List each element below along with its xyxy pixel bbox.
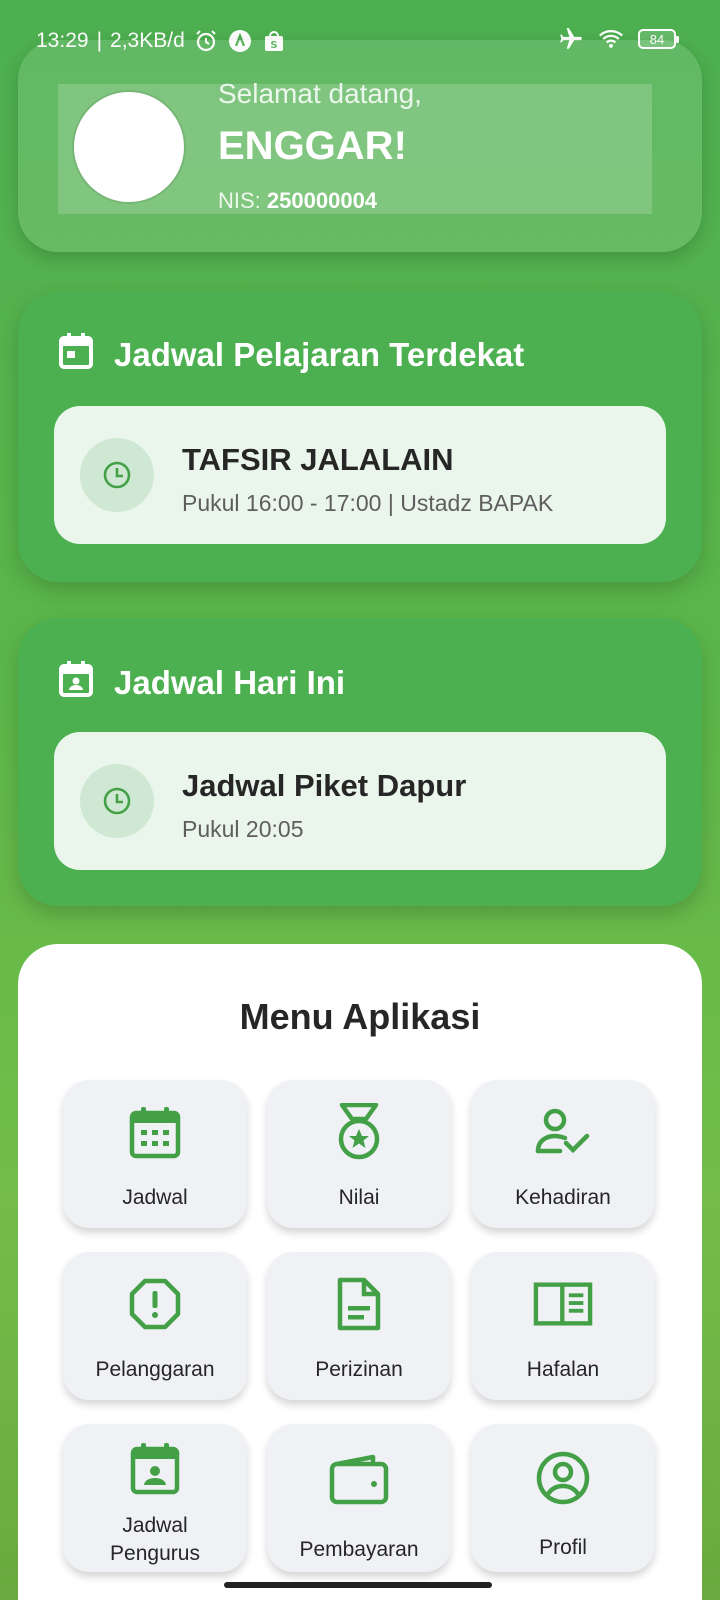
clock-icon (80, 438, 154, 512)
calendar-icon (125, 1102, 185, 1162)
menu-item-kehadiran[interactable]: Kehadiran (471, 1080, 655, 1228)
calendar-person-icon (58, 660, 94, 706)
user-name: ENGGAR! (218, 124, 407, 168)
menu-item-jadwal-pengurus[interactable]: Jadwal Pengurus (63, 1424, 247, 1572)
nis-value: 250000004 (266, 188, 378, 213)
welcome-card: Selamat datang, ENGGAR! NIS: 250000004 (18, 40, 702, 252)
menu-item-label: Nilai (338, 1186, 380, 1209)
menu-item-label: Hafalan (526, 1358, 600, 1381)
home-indicator[interactable] (224, 1582, 492, 1588)
book-icon (533, 1274, 593, 1334)
menu-item-perizinan[interactable]: Perizinan (267, 1252, 451, 1400)
greeting-text: Selamat datang, (218, 78, 422, 109)
menu-item-pembayaran[interactable]: Pembayaran (267, 1424, 451, 1572)
schedule-item-title: TAFSIR JALALAIN (182, 442, 454, 477)
today-schedule-title: Jadwal Hari Ini (114, 664, 346, 701)
nearest-schedule-title: Jadwal Pelajaran Terdekat (114, 336, 525, 373)
schedule-item-subtitle: Pukul 16:00 - 17:00 | Ustadz BAPAK (182, 490, 554, 516)
menu-item-jadwal[interactable]: Jadwal (63, 1080, 247, 1228)
calendar-person-icon (125, 1438, 185, 1498)
today-schedule-item[interactable]: Jadwal Piket Dapur Pukul 20:05 (54, 732, 666, 870)
profile-icon (533, 1448, 593, 1508)
today-schedule-card: Jadwal Hari Ini Jadwal Piket Dapur Pukul… (18, 618, 702, 906)
nis-label: NIS: (218, 188, 261, 213)
user-check-icon (533, 1102, 593, 1162)
nearest-schedule-item[interactable]: TAFSIR JALALAIN Pukul 16:00 - 17:00 | Us… (54, 406, 666, 544)
nis-text: NIS: 250000004 (218, 188, 377, 214)
menu-item-profil[interactable]: Profil (471, 1424, 655, 1572)
menu-item-nilai[interactable]: Nilai (267, 1080, 451, 1228)
menu-item-label: Pelanggaran (95, 1358, 215, 1381)
document-icon (329, 1274, 389, 1334)
menu-title: Menu Aplikasi (239, 996, 481, 1037)
menu-item-pelanggaran[interactable]: Pelanggaran (63, 1252, 247, 1400)
clock-icon (80, 764, 154, 838)
menu-item-label: Jadwal Pengurus (110, 1514, 200, 1565)
medal-icon (329, 1102, 389, 1162)
avatar[interactable] (74, 92, 184, 202)
menu-item-label: Kehadiran (515, 1186, 611, 1209)
menu-item-label: Jadwal (122, 1186, 188, 1209)
calendar-icon (58, 332, 94, 378)
menu-item-hafalan[interactable]: Hafalan (471, 1252, 655, 1400)
schedule-item-subtitle: Pukul 20:05 (182, 816, 304, 842)
wallet-icon (329, 1450, 389, 1510)
nearest-schedule-card: Jadwal Pelajaran Terdekat TAFSIR JALALAI… (18, 292, 702, 582)
menu-sheet: Menu Aplikasi Jadwal Nilai Kehadiran Pel… (18, 944, 702, 1600)
warning-octagon-icon (125, 1274, 185, 1334)
menu-item-label: Profil (539, 1536, 587, 1559)
schedule-item-title: Jadwal Piket Dapur (182, 768, 467, 803)
menu-item-label: Pembayaran (299, 1538, 419, 1561)
menu-item-label: Perizinan (315, 1358, 403, 1381)
